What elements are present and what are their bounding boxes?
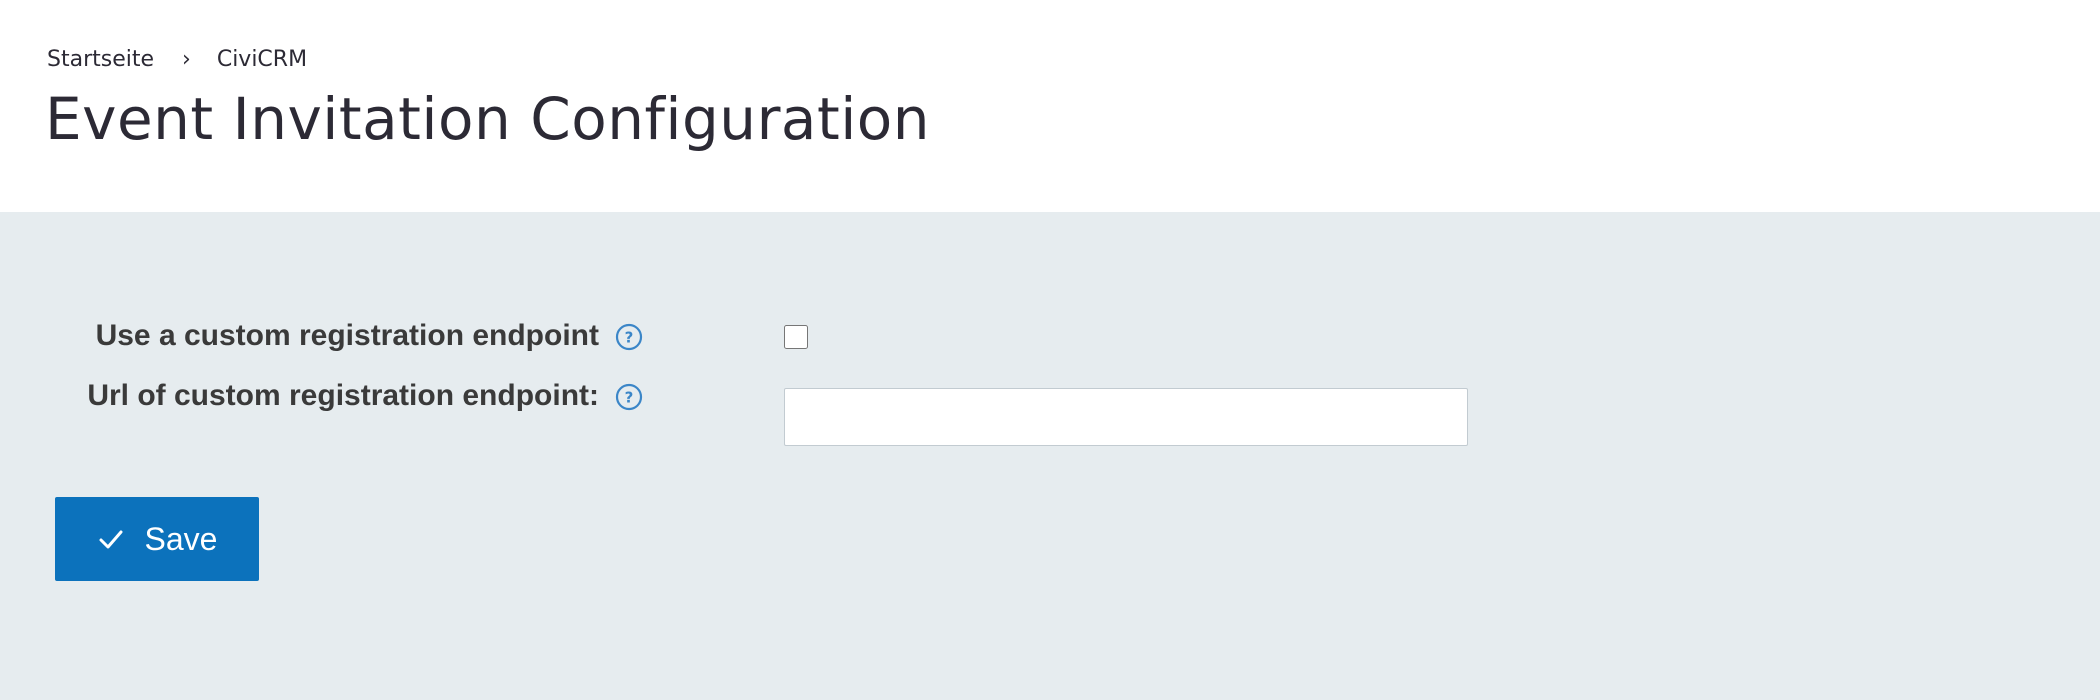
breadcrumb-separator: › [182, 47, 191, 72]
breadcrumb-home-link[interactable]: Startseite [47, 47, 154, 72]
endpoint-url-label-wrap: Url of custom registration endpoint:? [0, 379, 643, 413]
endpoint-url-input[interactable] [784, 388, 1468, 446]
endpoint-url-label: Url of custom registration endpoint: [87, 379, 599, 412]
save-button-label: Save [144, 520, 218, 557]
custom-endpoint-label-wrap: Use a custom registration endpoint? [0, 319, 643, 353]
content-area: Use a custom registration endpoint? Url … [0, 212, 2100, 700]
breadcrumb-civicrm-link[interactable]: CiviCRM [217, 47, 307, 72]
svg-text:?: ? [625, 389, 634, 407]
custom-endpoint-label: Use a custom registration endpoint [95, 319, 599, 352]
page-title: Event Invitation Configuration [45, 85, 931, 153]
help-circle-icon[interactable]: ? [615, 383, 643, 411]
check-icon [99, 530, 123, 549]
breadcrumb: Startseite › CiviCRM [47, 47, 307, 72]
page-header: Startseite › CiviCRM Event Invitation Co… [0, 0, 2100, 212]
help-circle-icon[interactable]: ? [615, 323, 643, 351]
custom-endpoint-row: Use a custom registration endpoint? [0, 316, 2100, 356]
svg-text:?: ? [625, 329, 634, 347]
custom-endpoint-checkbox[interactable] [784, 325, 808, 349]
save-button[interactable]: Save [55, 497, 259, 581]
endpoint-url-row: Url of custom registration endpoint:? [0, 376, 2100, 446]
